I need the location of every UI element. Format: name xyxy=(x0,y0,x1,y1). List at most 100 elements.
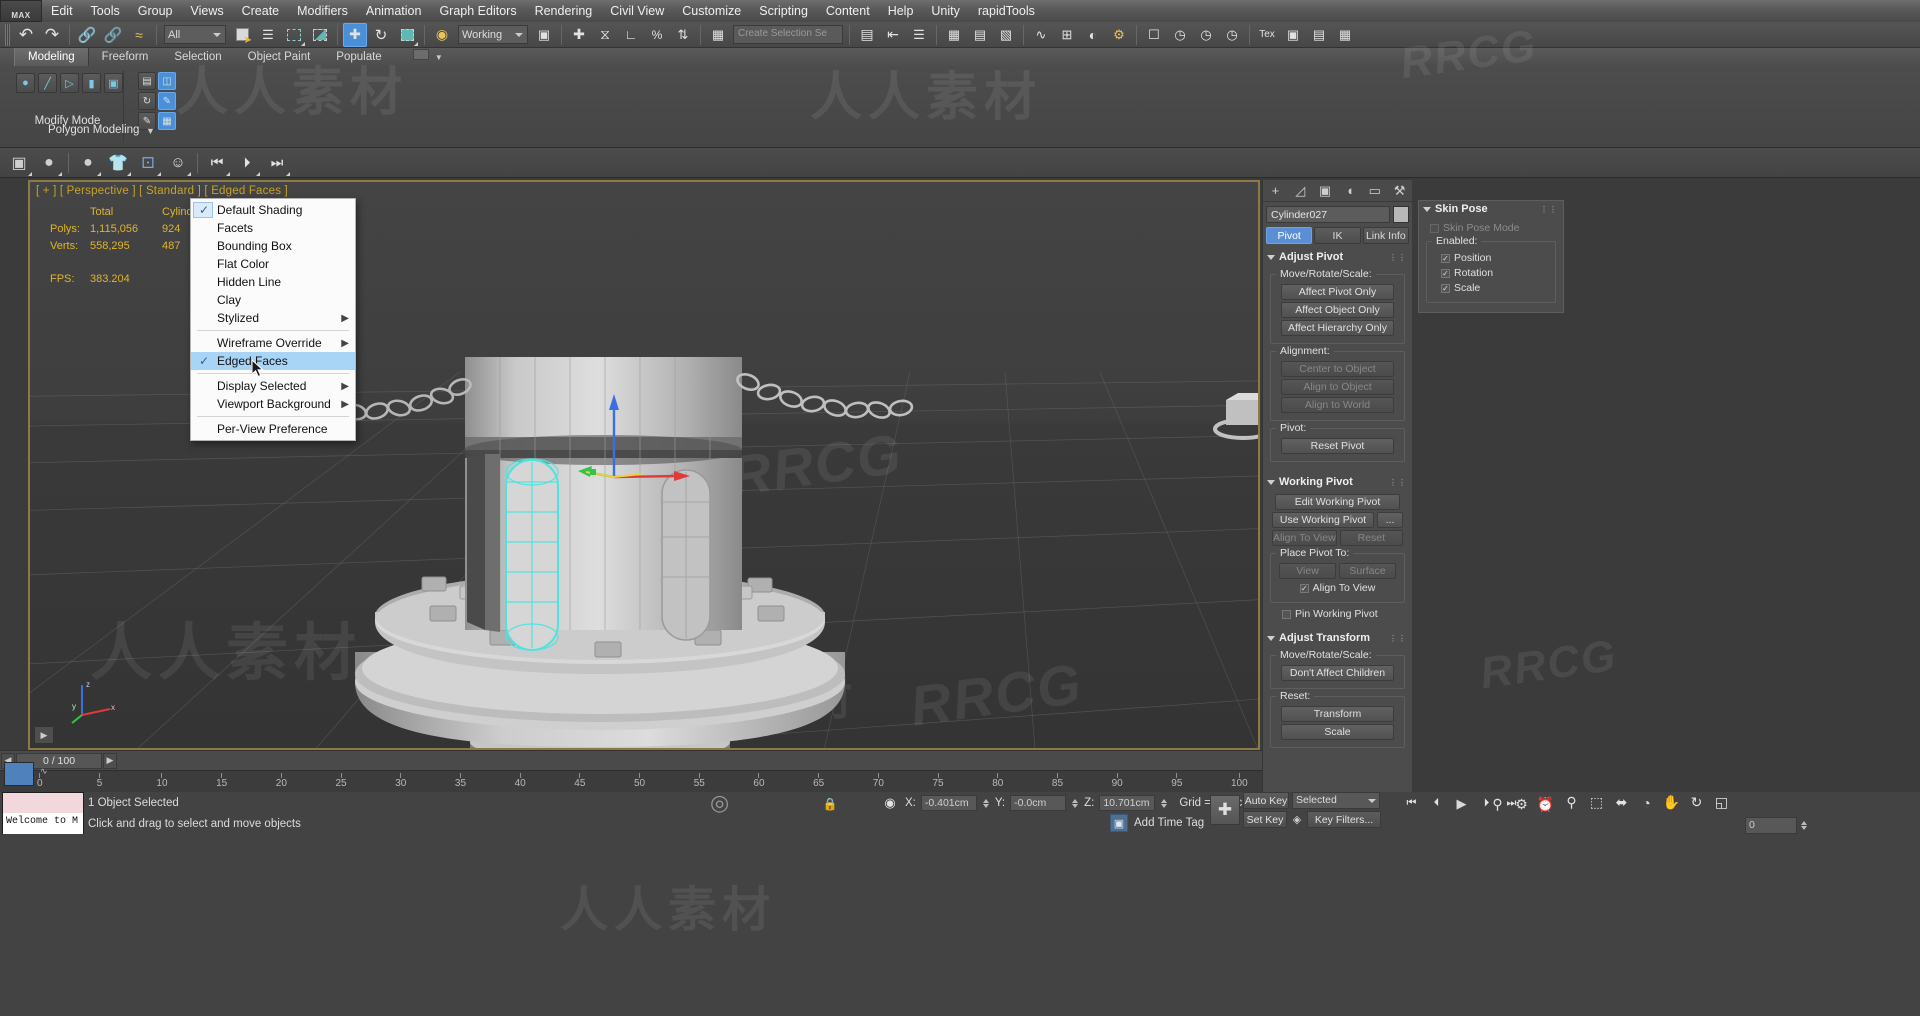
max-logo[interactable]: MAX xyxy=(0,0,42,22)
skin-pose-scale-checkbox[interactable]: ✓ Scale xyxy=(1441,282,1551,294)
snaps-toggle-icon[interactable]: ⧖ xyxy=(593,23,617,47)
reset-scale-button[interactable]: Scale xyxy=(1281,724,1394,740)
previous-frame-button[interactable]: ⏴ xyxy=(1426,793,1447,814)
skin-pose-rotation-checkbox[interactable]: ✓ Rotation xyxy=(1441,267,1551,279)
angle-snap-toggle-icon[interactable]: ∟ xyxy=(619,23,643,47)
context-menu-item-wireframe-override[interactable]: Wireframe Override ▶ xyxy=(191,334,355,352)
hierarchy-tab-icon[interactable]: ▣ xyxy=(1313,180,1338,202)
x-spinner[interactable] xyxy=(982,798,990,808)
goto-start-button[interactable]: ⏮ xyxy=(1401,793,1422,814)
spinner-snap-toggle-icon[interactable]: ⇅ xyxy=(671,23,695,47)
object-name-field[interactable]: Cylinder027 xyxy=(1266,206,1390,223)
ribbon-toggle-icon[interactable]: ▧ xyxy=(994,23,1018,47)
select-and-manipulate-icon[interactable]: ✚ xyxy=(567,23,591,47)
add-time-tag-group[interactable]: ▣ Add Time Tag xyxy=(1110,814,1204,832)
polygon-modeling-sub-object-polygon-icon[interactable]: ▮ xyxy=(82,73,101,93)
link-info-mode-button[interactable]: Link Info xyxy=(1362,227,1409,244)
undo-icon[interactable]: ↶ xyxy=(14,23,38,47)
skin-pose-header[interactable]: Skin Pose ⋮⋮ xyxy=(1419,201,1563,217)
context-menu-item-clay[interactable]: Clay xyxy=(191,291,355,309)
key-filters-button[interactable]: Key Filters... xyxy=(1307,811,1381,828)
track-view-curve-icon[interactable]: ∿ xyxy=(40,766,48,777)
polygon-modeling-sub-object-edge-icon[interactable]: ╱ xyxy=(38,73,57,93)
skip-to-start-icon[interactable]: ⏮ xyxy=(203,149,231,177)
motion-tab-icon[interactable]: ◖ xyxy=(1337,180,1362,202)
capsule-object-icon[interactable]: ⚀ xyxy=(134,149,162,177)
menu-customize[interactable]: Customize xyxy=(673,0,750,22)
listener-input-line[interactable] xyxy=(3,793,83,813)
ribbon-tab-object-paint[interactable]: Object Paint xyxy=(235,48,324,66)
pivot-mode-button[interactable]: Pivot xyxy=(1266,227,1313,244)
material-editor-icon[interactable]: ◐ xyxy=(1081,23,1105,47)
z-coordinate-field[interactable]: 10.701cm xyxy=(1099,795,1156,811)
menu-views[interactable]: Views xyxy=(181,0,232,22)
use-pivot-point-center-icon[interactable]: ▣ xyxy=(532,23,556,47)
edit-working-pivot-button[interactable]: Edit Working Pivot xyxy=(1274,494,1401,510)
select-and-rotate-icon[interactable]: ↻ xyxy=(369,23,393,47)
toolbar-grip[interactable] xyxy=(5,23,10,46)
select-and-scale-icon[interactable] xyxy=(395,23,419,47)
percent-snap-toggle-icon[interactable]: % xyxy=(645,23,669,47)
affect-pivot-only-button[interactable]: Affect Pivot Only xyxy=(1281,284,1394,300)
place-pivot-view-button[interactable]: View xyxy=(1279,563,1336,579)
paint-deform-icon[interactable]: ✎ xyxy=(158,92,176,110)
bind-to-space-warp-icon[interactable]: ≈ xyxy=(127,23,151,47)
menu-help[interactable]: Help xyxy=(879,0,923,22)
scene-explorer-icon[interactable]: ▦ xyxy=(942,23,966,47)
menu-create[interactable]: Create xyxy=(233,0,289,22)
context-menu-item-stylized[interactable]: Stylized ▶ xyxy=(191,309,355,327)
align-to-world-button[interactable]: Align to World xyxy=(1281,397,1394,413)
menu-animation[interactable]: Animation xyxy=(357,0,431,22)
z-spinner[interactable] xyxy=(1160,798,1168,808)
asset-browser-icon[interactable]: ● xyxy=(35,149,63,177)
rectangular-selection-region-icon[interactable] xyxy=(282,23,306,47)
named-selection-set-input[interactable]: Create Selection Se xyxy=(733,25,843,44)
viewport-shading-context-menu[interactable]: ✓ Default Shading Facets Bounding Box Fl… xyxy=(190,198,356,441)
auto-key-button[interactable]: Auto Key xyxy=(1243,792,1289,809)
set-key-button[interactable]: Set Key xyxy=(1243,811,1287,828)
working-pivot-options-button[interactable]: ... xyxy=(1377,512,1403,528)
state-sets-icon[interactable]: ▦ xyxy=(1333,23,1357,47)
ik-mode-button[interactable]: IK xyxy=(1314,227,1361,244)
current-frame-input[interactable]: 0 xyxy=(1745,817,1797,834)
pan-view-icon[interactable]: ✋ xyxy=(1661,792,1682,813)
menu-civil-view[interactable]: Civil View xyxy=(601,0,673,22)
menu-content[interactable]: Content xyxy=(817,0,879,22)
menu-edit[interactable]: Edit xyxy=(42,0,82,22)
select-object-icon[interactable]: ➤ xyxy=(230,23,254,47)
key-mode-icon[interactable]: ◈ xyxy=(1290,811,1304,828)
zoom-region-icon[interactable]: ⚲ xyxy=(1488,795,1507,814)
context-menu-item-per-view-preference[interactable]: Per-View Preference xyxy=(191,420,355,438)
dont-affect-children-button[interactable]: Don't Affect Children xyxy=(1281,665,1394,681)
zoom-icon[interactable]: ⚲ xyxy=(1561,792,1582,813)
animation-filter-combo[interactable]: Selected xyxy=(1292,792,1380,809)
generate-topology-icon[interactable]: ▤ xyxy=(138,72,156,90)
edit-named-selection-sets-icon[interactable]: ▦ xyxy=(706,23,730,47)
menu-graph-editors[interactable]: Graph Editors xyxy=(430,0,525,22)
menu-unity[interactable]: Unity xyxy=(922,0,968,22)
texture-baking-icon[interactable]: Tex xyxy=(1255,23,1279,47)
context-menu-item-edged-faces[interactable]: ✓ Edged Faces xyxy=(191,352,355,370)
material-color-swatch[interactable] xyxy=(4,762,34,786)
play-animation-button[interactable]: ▶ xyxy=(1451,793,1472,814)
display-tab-icon[interactable]: ▭ xyxy=(1362,180,1387,202)
layer-manager-icon[interactable]: ▤ xyxy=(968,23,992,47)
time-ruler[interactable]: 0 5 10 15 20 25 30 35 40 45 50 55 60 65 70 75 80 85 90 95 10… xyxy=(0,770,1262,792)
activeshade-icon[interactable]: ◷ xyxy=(1220,23,1244,47)
ribbon-tab-modeling[interactable]: Modeling xyxy=(14,48,89,66)
sphere-preview-icon[interactable]: ● xyxy=(74,149,102,177)
frame-spinner[interactable] xyxy=(1800,821,1808,830)
mirror-icon[interactable]: ▤ xyxy=(855,23,879,47)
play-step-icon[interactable]: ⏵ xyxy=(233,149,261,177)
rollout-header-adjust-pivot[interactable]: Adjust Pivot ⋮⋮ xyxy=(1263,249,1412,265)
key-mode-toggle-icon[interactable]: ⚙ xyxy=(1512,795,1531,814)
menu-modifiers[interactable]: Modifiers xyxy=(288,0,357,22)
orbit-icon[interactable]: ↻ xyxy=(1686,792,1707,813)
curve-editor-icon[interactable]: ∿ xyxy=(1029,23,1053,47)
rollout-header-adjust-transform[interactable]: Adjust Transform ⋮⋮ xyxy=(1263,630,1412,646)
skin-pose-position-checkbox[interactable]: ✓ Position xyxy=(1441,252,1551,264)
ribbon-extra-flyout[interactable]: ▼ xyxy=(395,48,456,66)
context-menu-item-display-selected[interactable]: Display Selected ▶ xyxy=(191,377,355,395)
selection-lock-toggle-icon[interactable]: 🔒 xyxy=(821,795,839,813)
preserve-uvs-icon[interactable]: ▦ xyxy=(158,112,176,130)
